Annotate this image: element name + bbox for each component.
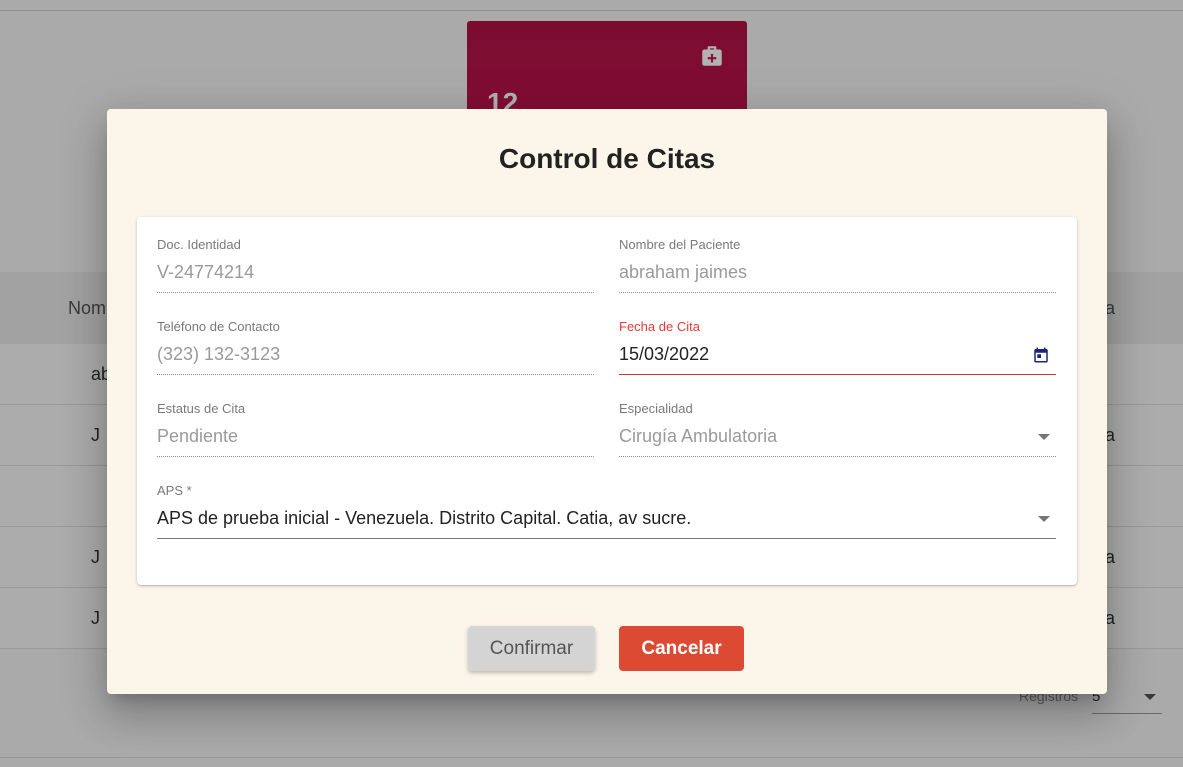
telefono-field[interactable]: Teléfono de Contacto (323) 132-3123: [157, 299, 594, 375]
form-card: Doc. Identidad V-24774214 Nombre del Pac…: [137, 217, 1077, 585]
nombre-paciente-field[interactable]: Nombre del Paciente abraham jaimes: [619, 217, 1056, 293]
field-underline: [619, 456, 1056, 457]
aps-label: APS *: [157, 483, 192, 498]
nombre-paciente-value[interactable]: abraham jaimes: [619, 262, 747, 283]
confirm-button[interactable]: Confirmar: [468, 626, 595, 671]
cancel-button[interactable]: Cancelar: [619, 626, 744, 671]
telefono-label: Teléfono de Contacto: [157, 319, 280, 334]
field-underline: [619, 292, 1056, 293]
field-underline: [157, 538, 1056, 539]
field-underline: [157, 292, 594, 293]
estatus-field[interactable]: Estatus de Cita Pendiente: [157, 381, 594, 457]
fecha-cita-input[interactable]: 15/03/2022: [619, 344, 709, 365]
fecha-cita-field[interactable]: Fecha de Cita 15/03/2022: [619, 299, 1056, 375]
field-underline: [157, 456, 594, 457]
field-underline: [619, 374, 1056, 375]
estatus-value[interactable]: Pendiente: [157, 426, 238, 447]
estatus-label: Estatus de Cita: [157, 401, 246, 416]
especialidad-select[interactable]: Especialidad Cirugía Ambulatoria: [619, 381, 1056, 457]
doc-identidad-value[interactable]: V-24774214: [157, 262, 254, 283]
field-underline: [157, 374, 594, 375]
appointment-dialog: Control de Citas Doc. Identidad V-247742…: [107, 109, 1107, 694]
aps-select[interactable]: APS * APS de prueba inicial - Venezuela.…: [157, 463, 1056, 539]
telefono-value[interactable]: (323) 132-3123: [157, 344, 280, 365]
doc-identidad-field[interactable]: Doc. Identidad V-24774214: [157, 217, 594, 293]
doc-identidad-label: Doc. Identidad: [157, 237, 241, 252]
dialog-title: Control de Citas: [498, 143, 716, 174]
fecha-cita-label: Fecha de Cita: [619, 319, 700, 334]
especialidad-label: Especialidad: [619, 401, 693, 416]
chevron-down-icon[interactable]: [1038, 516, 1050, 522]
calendar-icon[interactable]: [1032, 346, 1050, 364]
especialidad-value[interactable]: Cirugía Ambulatoria: [619, 426, 777, 447]
aps-value[interactable]: APS de prueba inicial - Venezuela. Distr…: [157, 508, 691, 529]
chevron-down-icon[interactable]: [1038, 434, 1050, 440]
nombre-paciente-label: Nombre del Paciente: [619, 237, 741, 252]
